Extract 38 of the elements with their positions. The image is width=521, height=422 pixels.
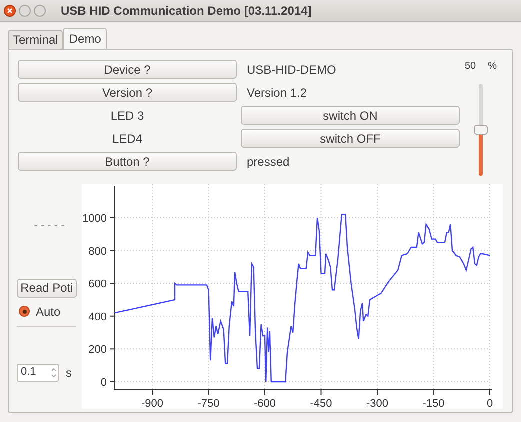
poti-reading: - - - - - [33, 219, 66, 234]
switch-button[interactable]: switch ON [241, 106, 460, 125]
auto-label: Auto [36, 304, 61, 320]
response-text: Version 1.2 [247, 84, 308, 102]
led-label: LED 3 [110, 108, 146, 124]
response-text: USB-HID-DEMO [247, 62, 336, 78]
query-button[interactable]: Version ? [18, 83, 237, 102]
query-button[interactable]: Button ? [18, 152, 237, 171]
x-tick-label: -150 [422, 398, 445, 409]
query-button[interactable]: Device ? [18, 60, 237, 79]
y-tick-label: 0 [100, 376, 107, 389]
x-tick-label: -750 [198, 398, 220, 409]
x-tick-label: 0 [486, 398, 494, 409]
x-tick-label: -900 [141, 398, 164, 409]
response-text: pressed [247, 154, 290, 170]
tab[interactable]: Demo [63, 28, 108, 49]
switch-button[interactable]: switch OFF [241, 129, 460, 148]
y-tick-label: 1000 [82, 212, 107, 225]
maximize-icon[interactable] [34, 4, 46, 16]
y-tick-label: 800 [88, 246, 107, 258]
spin-arrows-icon[interactable] [50, 366, 58, 378]
led-label: LED4 [111, 130, 144, 148]
interval-spinbox[interactable]: 0.1 [17, 364, 59, 382]
x-tick-label: -450 [310, 398, 332, 409]
x-tick-label: -600 [254, 398, 276, 409]
y-tick-label: 600 [88, 278, 107, 291]
radio-button[interactable] [19, 306, 30, 317]
close-icon[interactable] [4, 4, 16, 16]
window-title: USB HID Communication Demo [03.11.2014] [61, 2, 312, 20]
x-tick-label: -300 [366, 398, 389, 409]
y-tick-label: 200 [88, 344, 107, 356]
tab[interactable]: Terminal [8, 30, 64, 49]
y-tick-label: 400 [88, 311, 107, 324]
read-poti-button[interactable]: Read Poti [17, 278, 77, 298]
seconds-unit: s [66, 364, 72, 382]
slider-value: 50 [464, 60, 476, 74]
slider-handle[interactable] [474, 125, 488, 135]
percent-unit: % [488, 60, 498, 74]
